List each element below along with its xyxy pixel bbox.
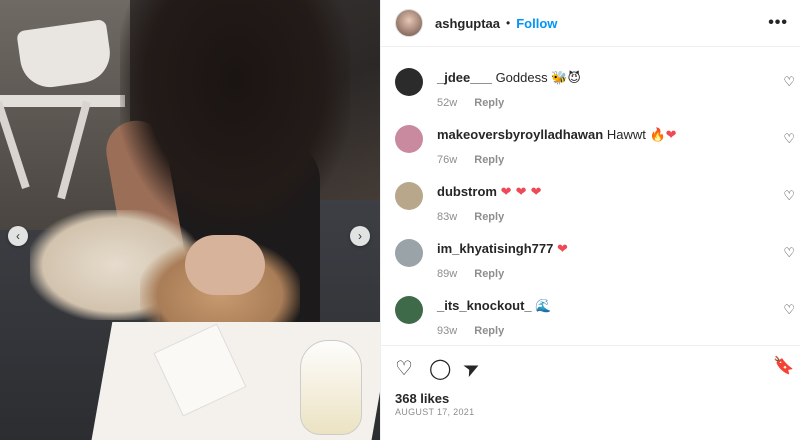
comment-emoji: ❤ bbox=[556, 242, 568, 257]
comment-body: _jdee___ Goddess 🐝😈 52w Reply bbox=[437, 70, 581, 115]
commenter-avatar[interactable] bbox=[395, 125, 423, 153]
comment-item: dubstrom ❤ ❤ ❤ 83w Reply ♡ bbox=[381, 172, 800, 229]
comments-list: _jdee___ Goddess 🐝😈 52w Reply ♡ makeover… bbox=[381, 58, 800, 343]
comment-emoji: 🐝😈 bbox=[551, 71, 581, 86]
comment-body: _its_knockout_ 🌊 93w Reply bbox=[437, 298, 551, 343]
comment-age: 52w bbox=[437, 97, 458, 109]
comment-body: im_khyatisingh777 ❤ 89w Reply bbox=[437, 241, 568, 286]
comment-item: _jdee___ Goddess 🐝😈 52w Reply ♡ bbox=[381, 58, 800, 115]
comment-meta: 89w Reply bbox=[437, 268, 568, 280]
likes-count[interactable]: 368 likes bbox=[395, 391, 449, 406]
commenter-avatar[interactable] bbox=[395, 182, 423, 210]
comment-meta: 83w Reply bbox=[437, 211, 542, 223]
commenter-username[interactable]: _its_knockout_ bbox=[437, 298, 532, 313]
chevron-left-icon: ‹ bbox=[16, 229, 20, 243]
chevron-right-icon: › bbox=[358, 229, 362, 243]
commenter-username[interactable]: _jdee___ bbox=[437, 70, 492, 85]
photo-wine-glass bbox=[300, 340, 362, 435]
reply-button[interactable]: Reply bbox=[474, 325, 504, 337]
carousel-next-button[interactable]: › bbox=[350, 226, 370, 246]
reply-button[interactable]: Reply bbox=[474, 154, 504, 166]
save-bookmark-icon[interactable]: 🔖 bbox=[773, 356, 794, 376]
comment-age: 93w bbox=[437, 325, 458, 337]
comment-like-heart-icon[interactable]: ♡ bbox=[783, 303, 795, 318]
separator-dot: • bbox=[506, 16, 511, 30]
post-header: ashguptaa • Follow ••• bbox=[381, 0, 800, 47]
comment-meta: 76w Reply bbox=[437, 154, 677, 166]
reply-button[interactable]: Reply bbox=[474, 97, 504, 109]
photo-hand bbox=[185, 235, 265, 295]
comment-emoji: 🌊 bbox=[535, 299, 552, 314]
comment-age: 89w bbox=[437, 268, 458, 280]
comment-line: dubstrom ❤ ❤ ❤ bbox=[437, 184, 542, 201]
comment-meta: 93w Reply bbox=[437, 325, 551, 337]
comment-item: _its_knockout_ 🌊 93w Reply ♡ bbox=[381, 286, 800, 343]
post-side-panel: ashguptaa • Follow ••• _jdee___ Goddess … bbox=[380, 0, 800, 440]
carousel-prev-button[interactable]: ‹ bbox=[8, 226, 28, 246]
comment-body: makeoversbyroylladhawan Hawwt 🔥❤ 76w Rep… bbox=[437, 127, 677, 172]
comment-line: _jdee___ Goddess 🐝😈 bbox=[437, 70, 581, 87]
comment-age: 83w bbox=[437, 211, 458, 223]
comment-line: makeoversbyroylladhawan Hawwt 🔥❤ bbox=[437, 127, 677, 144]
comment-meta: 52w Reply bbox=[437, 97, 581, 109]
comment-bubble-icon[interactable]: ◯ bbox=[429, 356, 451, 380]
comment-item: im_khyatisingh777 ❤ 89w Reply ♡ bbox=[381, 229, 800, 286]
comment-emoji: ❤ ❤ ❤ bbox=[500, 185, 542, 200]
comment-item: makeoversbyroylladhawan Hawwt 🔥❤ 76w Rep… bbox=[381, 115, 800, 172]
post-photo[interactable]: ‹ › bbox=[0, 0, 380, 440]
reply-button[interactable]: Reply bbox=[474, 268, 504, 280]
photo-shelf bbox=[0, 95, 125, 107]
commenter-avatar[interactable] bbox=[395, 239, 423, 267]
comment-line: im_khyatisingh777 ❤ bbox=[437, 241, 568, 258]
post-actions-bar: ♡ ◯ ➤ 🔖 bbox=[381, 345, 800, 385]
commenter-avatar[interactable] bbox=[395, 68, 423, 96]
comment-text: Hawwt bbox=[606, 127, 646, 142]
commenter-avatar[interactable] bbox=[395, 296, 423, 324]
post-date: AUGUST 17, 2021 bbox=[395, 407, 475, 417]
comment-body: dubstrom ❤ ❤ ❤ 83w Reply bbox=[437, 184, 542, 229]
comment-emoji: 🔥❤ bbox=[649, 128, 677, 143]
follow-button[interactable]: Follow bbox=[516, 16, 557, 31]
comment-age: 76w bbox=[437, 154, 458, 166]
photo-person-hair bbox=[120, 0, 350, 230]
author-username[interactable]: ashguptaa bbox=[435, 16, 500, 31]
commenter-username[interactable]: im_khyatisingh777 bbox=[437, 241, 553, 256]
comment-text: Goddess bbox=[495, 70, 548, 85]
author-avatar[interactable] bbox=[395, 9, 423, 37]
share-send-icon[interactable]: ➤ bbox=[459, 354, 484, 383]
commenter-username[interactable]: dubstrom bbox=[437, 184, 497, 199]
commenter-username[interactable]: makeoversbyroylladhawan bbox=[437, 127, 603, 142]
like-heart-icon[interactable]: ♡ bbox=[395, 356, 413, 380]
comment-like-heart-icon[interactable]: ♡ bbox=[783, 189, 795, 204]
comment-like-heart-icon[interactable]: ♡ bbox=[783, 246, 795, 261]
comment-like-heart-icon[interactable]: ♡ bbox=[783, 75, 795, 90]
more-options-icon[interactable]: ••• bbox=[768, 14, 788, 32]
reply-button[interactable]: Reply bbox=[474, 211, 504, 223]
comment-line: _its_knockout_ 🌊 bbox=[437, 298, 551, 315]
comment-like-heart-icon[interactable]: ♡ bbox=[783, 132, 795, 147]
